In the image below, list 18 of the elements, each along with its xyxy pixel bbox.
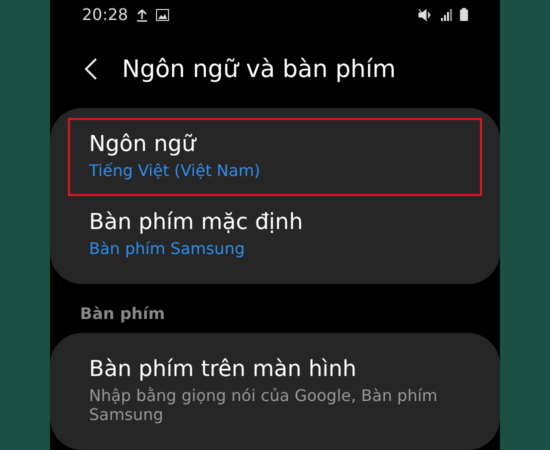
mute-icon xyxy=(418,8,432,21)
back-icon[interactable] xyxy=(84,58,98,80)
upload-icon xyxy=(136,8,148,22)
item-summary: Tiếng Việt (Việt Nam) xyxy=(89,161,262,180)
section-heading: Bàn phím xyxy=(79,303,166,325)
item-title: Bàn phím mặc định xyxy=(89,210,304,235)
status-time: 20:28 xyxy=(82,5,128,24)
item-summary: Nhập bằng giọng nói của Google, Bàn phím Samsung xyxy=(89,386,438,424)
image-icon xyxy=(156,8,170,21)
page-title: Ngôn ngữ và bàn phím xyxy=(122,54,396,83)
item-title: Bàn phím trên màn hình xyxy=(89,357,358,382)
settings-item[interactable]: Ngôn ngữ Tiếng Việt (Việt Nam) xyxy=(68,118,482,196)
battery-icon xyxy=(460,8,468,22)
item-title: Ngôn ngữ xyxy=(89,132,198,157)
settings-item[interactable]: Bàn phím mặc định Bàn phím Samsung xyxy=(68,196,482,274)
item-summary: Bàn phím Samsung xyxy=(89,239,246,258)
signal-icon xyxy=(440,8,452,21)
settings-item[interactable]: Bàn phím trên màn hình Nhập bằng giọng nói của Google, Bàn phím Samsung xyxy=(68,343,482,440)
